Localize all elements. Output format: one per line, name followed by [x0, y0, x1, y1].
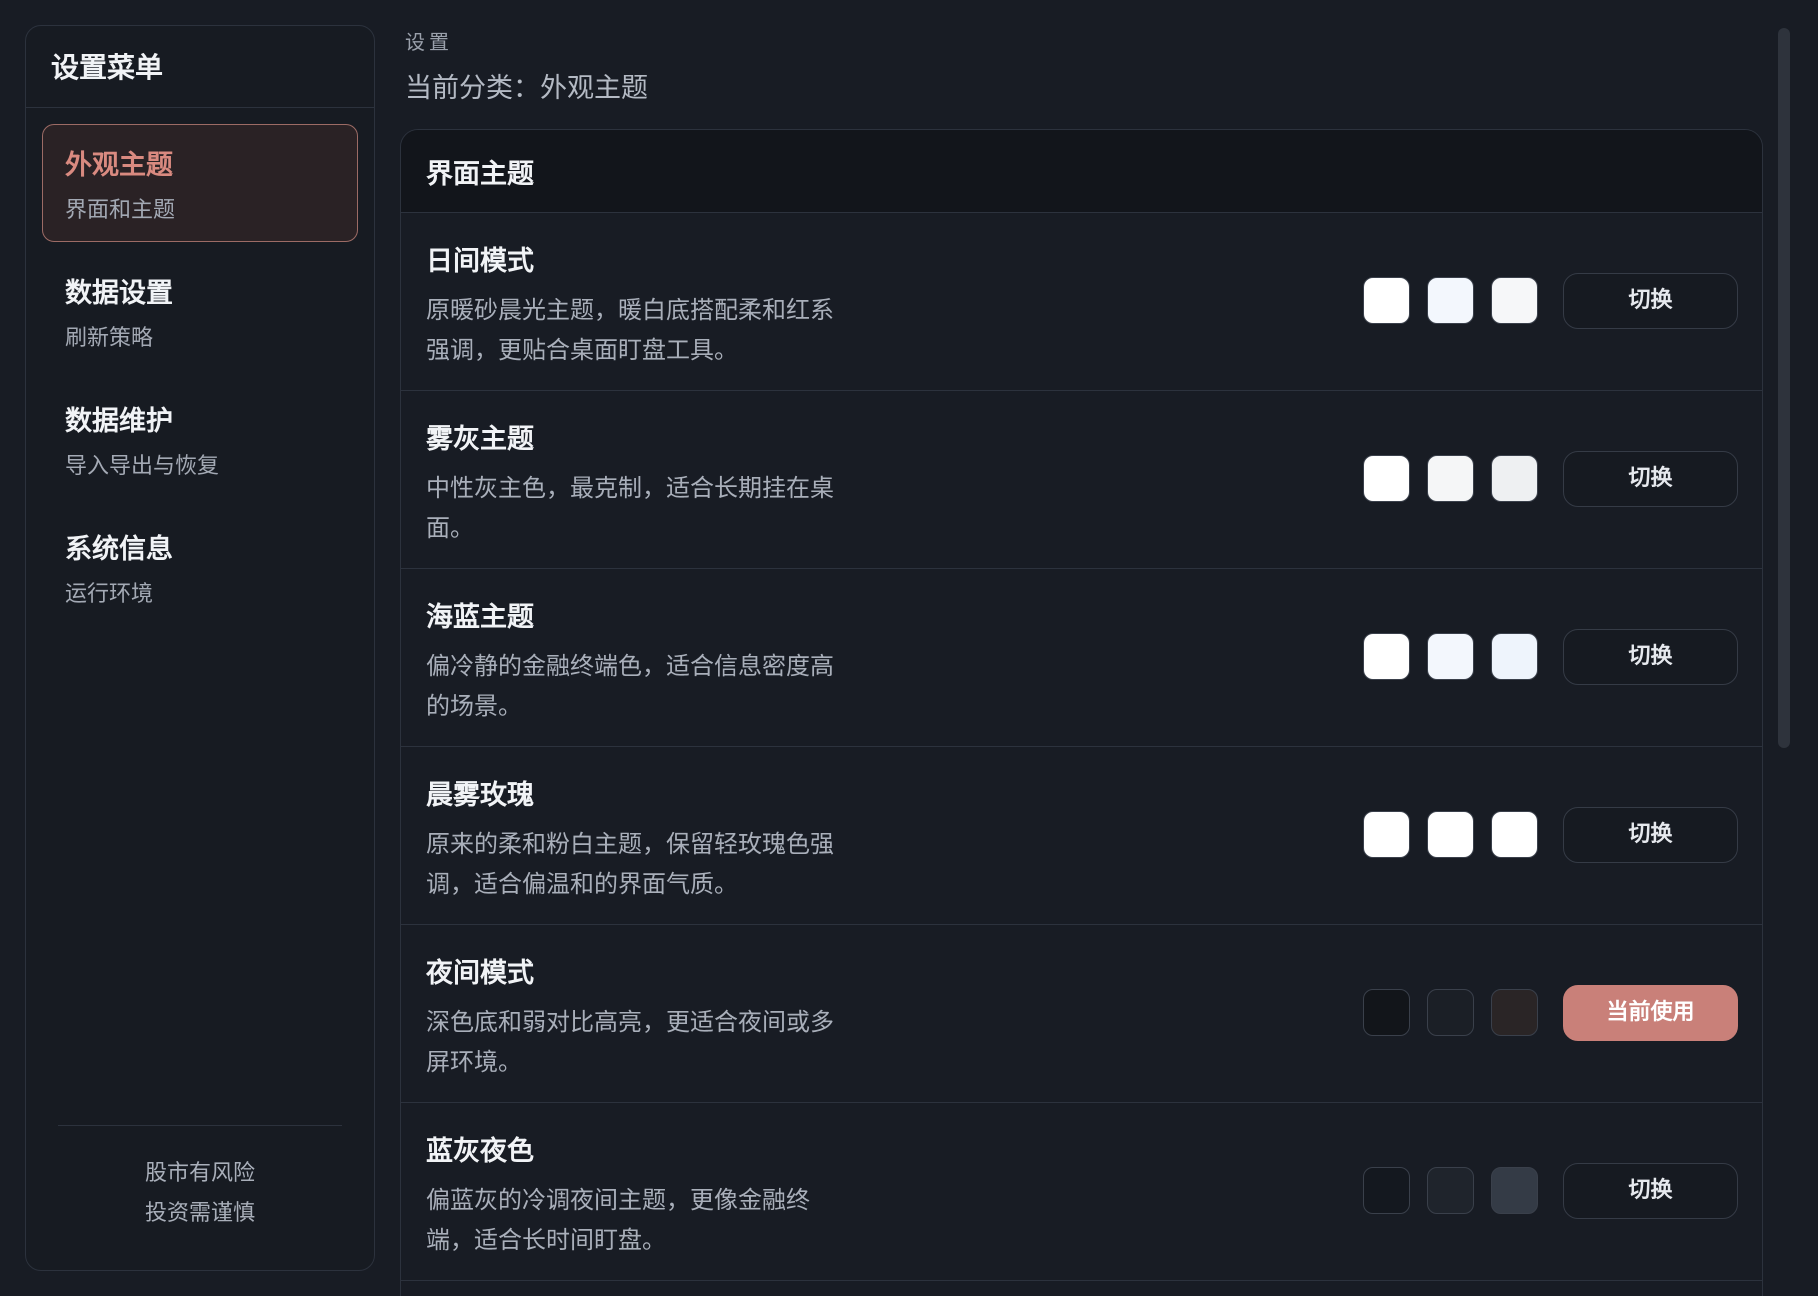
disclaimer-line: 股市有风险	[144, 1161, 255, 1186]
theme-description: 原暖砂晨光主题，暖白底搭配柔和红系强调，更贴合桌面盯盘工具。	[426, 296, 834, 364]
sidebar-item-subtitle: 导入导出与恢复	[65, 454, 220, 479]
current-theme-button[interactable]: 当前使用	[1563, 985, 1738, 1041]
color-swatch	[1363, 1167, 1410, 1214]
sidebar-item-subtitle: 运行环境	[65, 582, 154, 607]
color-swatch	[1427, 633, 1474, 680]
color-swatch	[1491, 633, 1538, 680]
theme-row-day: 日间模式 原暖砂晨光主题，暖白底搭配柔和红系强调，更贴合桌面盯盘工具。 切换	[401, 213, 1762, 391]
scrollbar-thumb[interactable]	[1778, 28, 1790, 748]
theme-row-blue-gray-night: 蓝灰夜色 偏蓝灰的冷调夜间主题，更像金融终端，适合长时间盯盘。 切换	[401, 1103, 1762, 1281]
sidebar-item-system-info[interactable]: 系统信息 运行环境	[42, 508, 358, 626]
theme-swatches	[1363, 277, 1538, 324]
color-swatch	[1363, 633, 1410, 680]
theme-name: 日间模式	[426, 246, 534, 277]
theme-name: 海蓝主题	[426, 602, 534, 633]
sidebar-title: 设置菜单	[26, 26, 374, 108]
sidebar-item-title: 系统信息	[65, 534, 173, 565]
theme-swatches	[1363, 811, 1538, 858]
color-swatch	[1427, 811, 1474, 858]
color-swatch	[1427, 1167, 1474, 1214]
theme-row-fog-gray: 雾灰主题 中性灰主色，最克制，适合长期挂在桌面。 切换	[401, 391, 1762, 569]
theme-description: 深色底和弱对比高亮，更适合夜间或多屏环境。	[426, 1008, 834, 1076]
color-swatch	[1427, 989, 1474, 1036]
color-swatch	[1363, 989, 1410, 1036]
card-title: 界面主题	[401, 130, 1762, 213]
color-swatch	[1491, 277, 1538, 324]
theme-swatches	[1363, 633, 1538, 680]
sidebar-item-subtitle: 界面和主题	[65, 198, 176, 223]
breadcrumb: 设置	[405, 30, 453, 54]
switch-theme-button[interactable]: 切换	[1563, 807, 1738, 863]
theme-name: 晨雾玫瑰	[426, 780, 534, 811]
sidebar-item-data-maintenance[interactable]: 数据维护 导入导出与恢复	[42, 380, 358, 498]
theme-swatches	[1363, 1167, 1538, 1214]
color-swatch	[1363, 455, 1410, 502]
sidebar-item-title: 数据设置	[65, 278, 173, 309]
switch-theme-button[interactable]: 切换	[1563, 273, 1738, 329]
color-swatch	[1491, 1167, 1538, 1214]
sidebar-item-title: 外观主题	[65, 150, 173, 181]
scrollbar[interactable]	[1778, 28, 1790, 1268]
theme-row-morning-rose: 晨雾玫瑰 原来的柔和粉白主题，保留轻玫瑰色强调，适合偏温和的界面气质。 切换	[401, 747, 1762, 925]
page-title: 当前分类：外观主题	[405, 73, 648, 104]
theme-row-ocean-blue: 海蓝主题 偏冷静的金融终端色，适合信息密度高的场景。 切换	[401, 569, 1762, 747]
switch-theme-button[interactable]: 切换	[1563, 629, 1738, 685]
theme-swatches	[1363, 455, 1538, 502]
sidebar-item-appearance[interactable]: 外观主题 界面和主题	[42, 124, 358, 242]
settings-window: 设置菜单 外观主题 界面和主题 数据设置 刷新策略 数据维护 导入导出与恢复 系…	[0, 0, 1818, 1296]
theme-description: 原来的柔和粉白主题，保留轻玫瑰色强调，适合偏温和的界面气质。	[426, 830, 834, 898]
color-swatch	[1427, 455, 1474, 502]
theme-description: 偏蓝灰的冷调夜间主题，更像金融终端，适合长时间盯盘。	[426, 1186, 810, 1254]
risk-disclaimer: 股市有风险 投资需谨慎	[58, 1125, 342, 1234]
color-swatch	[1491, 811, 1538, 858]
color-swatch	[1491, 455, 1538, 502]
theme-name: 蓝灰夜色	[426, 1136, 534, 1167]
color-swatch	[1491, 989, 1538, 1036]
color-swatch	[1363, 811, 1410, 858]
sidebar-menu: 外观主题 界面和主题 数据设置 刷新策略 数据维护 导入导出与恢复 系统信息 运…	[26, 108, 374, 626]
color-swatch	[1427, 277, 1474, 324]
switch-theme-button[interactable]: 切换	[1563, 1163, 1738, 1219]
sidebar-item-subtitle: 刷新策略	[65, 326, 154, 351]
theme-description: 中性灰主色，最克制，适合长期挂在桌面。	[426, 474, 834, 542]
theme-card: 界面主题 日间模式 原暖砂晨光主题，暖白底搭配柔和红系强调，更贴合桌面盯盘工具。…	[400, 129, 1763, 1296]
theme-name: 雾灰主题	[426, 424, 534, 455]
disclaimer-line: 投资需谨慎	[144, 1201, 255, 1226]
settings-sidebar: 设置菜单 外观主题 界面和主题 数据设置 刷新策略 数据维护 导入导出与恢复 系…	[25, 25, 375, 1271]
theme-row-night: 夜间模式 深色底和弱对比高亮，更适合夜间或多屏环境。 当前使用	[401, 925, 1762, 1103]
sidebar-item-title: 数据维护	[65, 406, 173, 437]
settings-main: 设置 当前分类：外观主题 界面主题 日间模式 原暖砂晨光主题，暖白底搭配柔和红系…	[400, 0, 1780, 1296]
theme-name: 夜间模式	[426, 958, 534, 989]
theme-description: 偏冷静的金融终端色，适合信息密度高的场景。	[426, 652, 834, 720]
sidebar-item-data-settings[interactable]: 数据设置 刷新策略	[42, 252, 358, 370]
color-swatch	[1363, 277, 1410, 324]
switch-theme-button[interactable]: 切换	[1563, 451, 1738, 507]
theme-swatches	[1363, 989, 1538, 1036]
